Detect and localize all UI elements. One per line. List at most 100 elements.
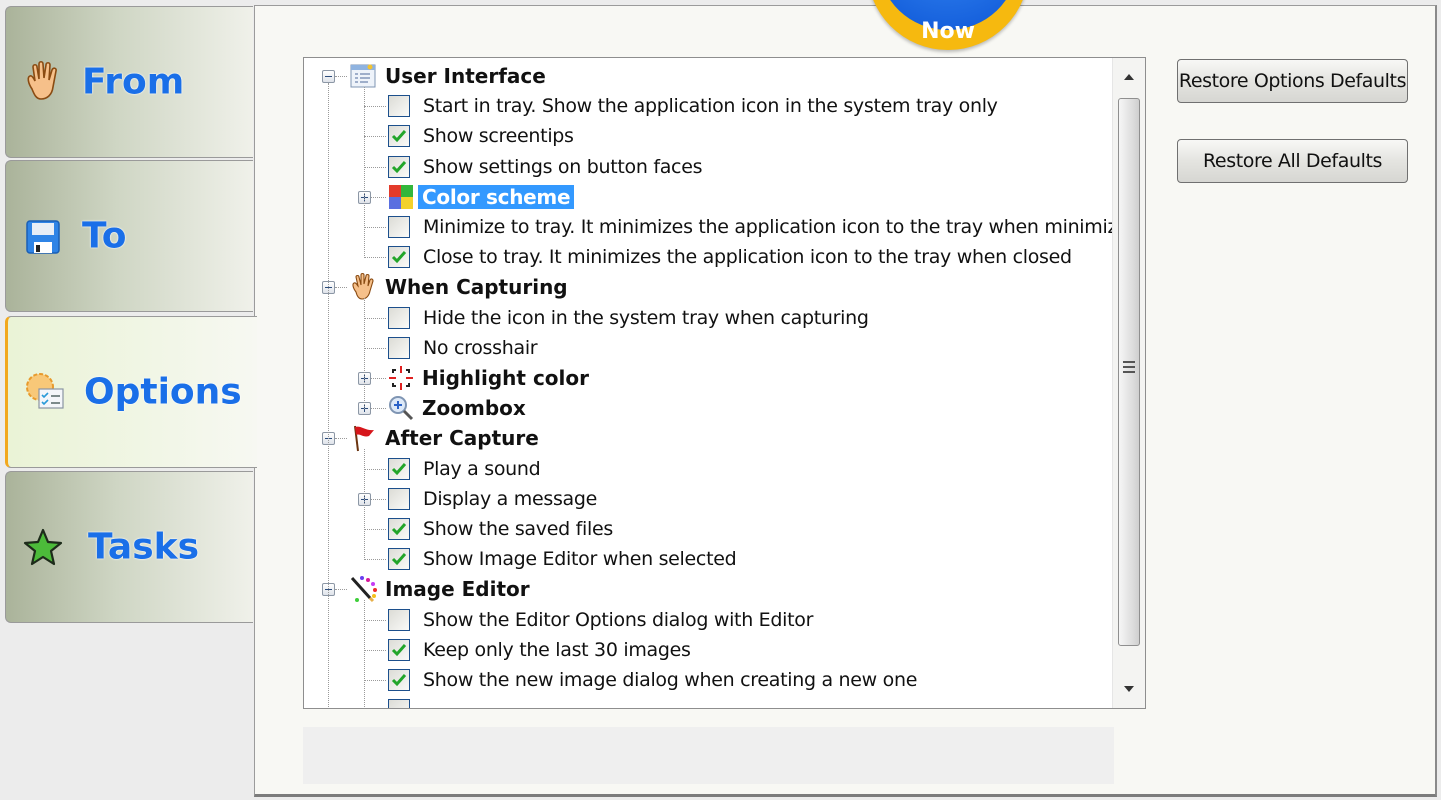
scroll-down-button[interactable] [1117, 672, 1141, 706]
option-checkbox-row[interactable]: Show screentips [388, 121, 574, 151]
tree-group-image-editor[interactable]: Image Editor [348, 574, 530, 604]
tree-node-zoombox[interactable]: Zoombox [388, 393, 526, 423]
checkbox[interactable] [388, 216, 410, 238]
tree-connector-line [335, 589, 347, 591]
option-label: Show screentips [423, 125, 574, 148]
tree-connector-line [364, 227, 386, 228]
checkbox[interactable] [388, 125, 410, 148]
checkbox[interactable] [388, 306, 410, 329]
hand-icon [20, 59, 66, 105]
tree-connector-line [364, 600, 365, 708]
tree-node-highlight-color[interactable]: Highlight color [388, 363, 589, 393]
tree-group-label: After Capture [385, 426, 539, 451]
option-label: Show settings on button faces [423, 155, 703, 178]
option-label: No crosshair [423, 336, 538, 359]
option-checkbox-row[interactable]: Start in tray. Show the application icon… [388, 91, 998, 121]
tree-connector-line [364, 166, 386, 168]
tree-connector-line [364, 136, 386, 138]
options-tree[interactable]: User Interface Start in tray. Show the ap… [303, 57, 1146, 709]
checkbox[interactable] [388, 155, 410, 178]
tab-to[interactable]: To [5, 160, 253, 312]
restore-all-defaults-button[interactable]: Restore All Defaults [1177, 139, 1408, 183]
tree-connector-line [364, 87, 365, 259]
option-label: Show the new image dialog when creating … [423, 669, 918, 691]
options-gear-checklist-icon [22, 369, 68, 415]
option-checkbox-row[interactable]: Show Image Editor when selected [388, 544, 737, 574]
option-checkbox-row[interactable]: Keep only the last 30 images [388, 635, 691, 665]
option-checkbox-row[interactable]: Show settings on button faces [388, 152, 703, 182]
red-flag-icon [348, 423, 378, 453]
checkbox[interactable] [388, 487, 410, 510]
magnifier-icon [386, 393, 416, 423]
option-checkbox-row[interactable]: Show the saved files [388, 514, 613, 544]
tab-from[interactable]: From [5, 6, 253, 158]
option-checkbox-row[interactable]: Show the Editor Options dialog with Edit… [388, 605, 813, 635]
option-label: Show the saved files [423, 518, 613, 540]
option-checkbox-row[interactable]: Play a sound [388, 454, 541, 484]
floppy-disk-icon [20, 213, 66, 259]
option-checkbox-row[interactable]: Hide the icon in the system tray when ca… [388, 303, 869, 333]
grip-icon [1123, 361, 1135, 375]
crosshair-icon [386, 363, 416, 393]
tab-options-label: Options [84, 371, 242, 413]
tree-connector-line [364, 529, 386, 530]
tree-group-when-capturing[interactable]: When Capturing [348, 272, 568, 302]
checkbox[interactable] [388, 608, 410, 631]
checkmark-icon [391, 674, 407, 687]
tab-tasks[interactable]: Tasks [5, 471, 253, 623]
option-label: Hide the icon in the system tray when ca… [423, 306, 869, 329]
tree-connector-line [335, 438, 347, 440]
checkmark-icon [391, 130, 407, 143]
checkbox[interactable] [388, 336, 410, 359]
tree-group-label: When Capturing [385, 275, 568, 300]
restore-options-defaults-button[interactable]: Restore Options Defaults [1177, 59, 1408, 103]
checkbox[interactable] [388, 548, 410, 571]
hand-icon [348, 272, 378, 302]
checkbox[interactable] [388, 638, 410, 661]
collapse-toggle[interactable] [322, 70, 335, 83]
checkbox[interactable] [388, 246, 410, 269]
option-label: Start in tray. Show the application icon… [423, 95, 998, 118]
option-checkbox-row[interactable]: Display a message [388, 484, 597, 514]
option-label: Play a sound [423, 457, 541, 480]
option-checkbox-row[interactable]: No crosshair [388, 333, 538, 363]
option-label: Minimize to tray. It minimizes the appli… [423, 216, 1113, 238]
checkbox[interactable] [388, 518, 410, 540]
checkmark-icon [391, 643, 407, 656]
option-checkbox-row[interactable]: Show the new image dialog when creating … [388, 665, 917, 695]
tree-connector-line [364, 298, 365, 410]
option-checkbox-row[interactable]: Close to tray. It minimizes the applicat… [388, 242, 1072, 272]
option-label: Display a message [423, 487, 598, 510]
option-label: Show the Editor Options dialog with Edit… [423, 608, 814, 631]
vertical-scrollbar[interactable] [1112, 58, 1145, 708]
tree-group-after-capture[interactable]: After Capture [348, 423, 539, 453]
tree-connector-line [364, 317, 386, 319]
scroll-thumb[interactable] [1118, 98, 1140, 646]
scroll-up-button[interactable] [1117, 60, 1141, 94]
pencil-palette-icon [348, 574, 378, 604]
checkbox[interactable] [388, 699, 410, 708]
tree-connector-line [364, 649, 386, 651]
checkmark-icon [391, 523, 407, 536]
tree-node-color-scheme[interactable]: Color scheme [388, 182, 575, 212]
tab-tasks-label: Tasks [88, 526, 200, 568]
arrow-down-icon [1124, 686, 1134, 692]
tree-connector-line [328, 83, 329, 708]
checkmark-icon [391, 160, 407, 173]
tree-node-label: Zoombox [422, 396, 526, 421]
checkbox[interactable] [388, 457, 410, 480]
checkmark-icon [391, 553, 407, 566]
option-checkbox-row[interactable]: Minimize to tray. It minimizes the appli… [388, 212, 1113, 242]
tree-group-label: Image Editor [385, 577, 530, 602]
checkmark-icon [391, 462, 407, 475]
tree-node-label: Highlight color [422, 366, 589, 390]
tree-group-user-interface[interactable]: User Interface [348, 61, 546, 91]
tab-options[interactable]: Options [5, 316, 257, 468]
checkbox[interactable] [388, 669, 410, 691]
tree-node-label: Color scheme [418, 184, 575, 209]
checkbox[interactable] [388, 95, 410, 118]
option-checkbox-row[interactable] [388, 695, 423, 708]
now-badge[interactable]: Now [867, 0, 1029, 50]
tree-connector-line [364, 468, 386, 470]
star-icon [20, 524, 66, 570]
